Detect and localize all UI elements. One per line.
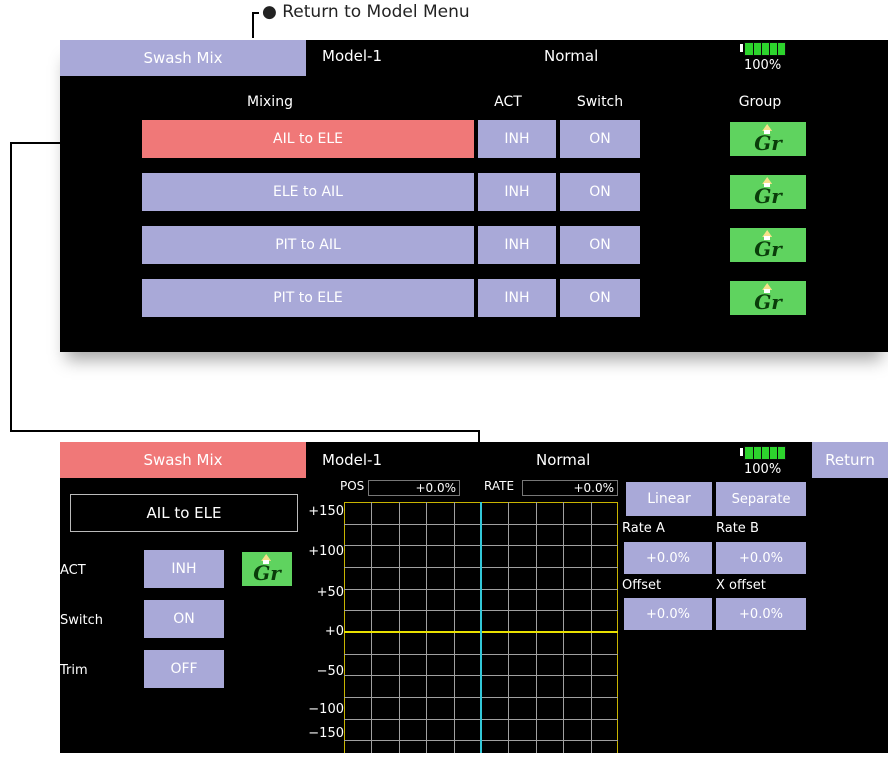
rate-label: RATE [484, 479, 515, 493]
mix-name-box: AIL to ELE [70, 494, 298, 532]
battery-cap [740, 448, 743, 456]
column-group: Group [738, 94, 782, 110]
column-mixing: Mixing [247, 94, 293, 110]
mix-row-button[interactable]: AIL to ELE [142, 120, 474, 158]
act-button[interactable]: INH [478, 120, 556, 158]
top-screen: Swash Mix Model-1 Normal 100% Mixing ACT… [60, 40, 888, 352]
rate-a-label: Rate A [622, 521, 665, 536]
curve-graph[interactable] [344, 502, 618, 757]
tab-swash-mix[interactable]: Swash Mix [60, 442, 306, 478]
connector-line-b [10, 142, 60, 144]
curve-graph-svg [344, 502, 618, 757]
group-button[interactable]: Gr [730, 228, 806, 262]
offset-button[interactable]: +0.0% [624, 598, 712, 630]
callout-text: Return to Model Menu [282, 2, 470, 22]
mix-row-button[interactable]: ELE to AIL [142, 173, 474, 211]
pos-value: +0.0% [368, 480, 460, 496]
group-icon: Gr [754, 230, 782, 261]
act-button[interactable]: INH [478, 173, 556, 211]
act-label: ACT [60, 563, 86, 578]
group-button[interactable]: Gr [730, 175, 806, 209]
y-tick-label: +150 [308, 504, 344, 519]
group-icon: Gr [754, 177, 782, 208]
linear-button[interactable]: Linear [626, 482, 712, 516]
battery-icon [744, 42, 786, 56]
bottom-screen: Swash Mix Model-1 Normal 100% Return AIL… [60, 442, 888, 757]
switch-button[interactable]: ON [560, 173, 640, 211]
return-button[interactable]: Return [812, 442, 888, 478]
act-button[interactable]: INH [478, 279, 556, 317]
condition-name: Normal [536, 451, 591, 469]
tab-swash-mix[interactable]: Swash Mix [60, 40, 306, 76]
mix-row-button[interactable]: PIT to ELE [142, 279, 474, 317]
condition-name: Normal [544, 47, 599, 65]
group-icon: Gr [754, 283, 782, 314]
column-switch: Switch [576, 94, 624, 110]
y-tick-label: +100 [308, 544, 344, 559]
switch-button[interactable]: ON [144, 600, 224, 638]
battery-percent: 100% [744, 58, 782, 73]
y-tick-label: −150 [308, 726, 344, 741]
group-icon: Gr [253, 554, 281, 585]
battery-cap [740, 44, 743, 52]
y-tick-label: +50 [316, 585, 344, 600]
trim-button[interactable]: OFF [144, 650, 224, 688]
connector-line-c [10, 142, 12, 432]
offset-label: Offset [622, 578, 662, 593]
group-icon: Gr [754, 124, 782, 155]
group-button[interactable]: Gr [730, 122, 806, 156]
group-button[interactable]: Gr [730, 281, 806, 315]
x-offset-button[interactable]: +0.0% [716, 598, 806, 630]
trim-label: Trim [60, 663, 88, 678]
y-tick-label: −50 [316, 664, 344, 679]
act-button[interactable]: INH [144, 550, 224, 588]
callout-bracket-vertical [252, 12, 254, 38]
y-tick-label: −100 [308, 702, 344, 717]
column-act: ACT [494, 94, 522, 110]
model-name: Model-1 [322, 47, 382, 65]
connector-line-d [10, 430, 480, 432]
rate-a-button[interactable]: +0.0% [624, 542, 712, 574]
battery-percent: 100% [744, 462, 782, 477]
model-name: Model-1 [322, 451, 382, 469]
rate-value: +0.0% [522, 480, 618, 496]
rate-b-label: Rate B [716, 521, 759, 536]
callout-bracket-horizontal [252, 12, 259, 14]
switch-label: Switch [60, 613, 103, 628]
separate-button[interactable]: Separate [716, 482, 806, 516]
switch-button[interactable]: ON [560, 279, 640, 317]
switch-button[interactable]: ON [560, 226, 640, 264]
battery-icon [744, 446, 786, 460]
mix-name: AIL to ELE [146, 504, 222, 522]
pos-label: POS [340, 479, 365, 493]
x-offset-label: X offset [716, 578, 766, 593]
rate-b-button[interactable]: +0.0% [716, 542, 806, 574]
switch-button[interactable]: ON [560, 120, 640, 158]
connector-line-e [478, 430, 480, 442]
mix-row-button[interactable]: PIT to AIL [142, 226, 474, 264]
y-tick-label: +0 [324, 624, 344, 639]
act-button[interactable]: INH [478, 226, 556, 264]
callout-return-label: ● Return to Model Menu [262, 2, 470, 22]
group-button[interactable]: Gr [242, 552, 292, 586]
